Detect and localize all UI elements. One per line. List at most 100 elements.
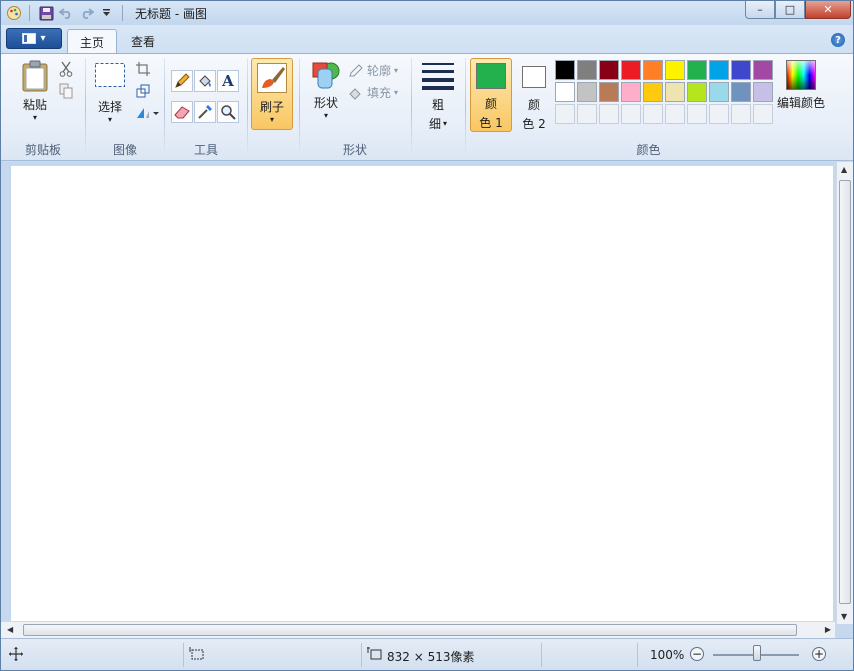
paste-dropdown-icon: ▾	[32, 113, 37, 122]
shapes-label: 形状	[313, 96, 338, 110]
zoom-in-button[interactable]: +	[812, 647, 826, 661]
scroll-down-icon[interactable]: ▼	[841, 612, 847, 621]
color-picker-icon[interactable]	[194, 101, 216, 123]
scroll-left-icon[interactable]: ◀	[7, 625, 13, 634]
palette-swatch[interactable]	[731, 60, 751, 80]
palette-swatch[interactable]	[555, 60, 575, 80]
palette-swatch[interactable]	[577, 82, 597, 102]
drawing-canvas[interactable]	[11, 166, 833, 623]
color1-button[interactable]: 颜 色 1	[470, 58, 512, 132]
palette-custom-slot[interactable]	[709, 104, 729, 124]
palette-swatch[interactable]	[753, 82, 773, 102]
palette-swatch[interactable]	[665, 82, 685, 102]
tools-group: A 工具	[165, 54, 247, 160]
paint-app-icon[interactable]	[5, 4, 23, 22]
palette-swatch[interactable]	[577, 60, 597, 80]
zoom-out-button[interactable]: −	[690, 647, 704, 661]
palette-swatch[interactable]	[687, 82, 707, 102]
outline-dropdown-icon: ▾	[394, 66, 399, 75]
size-button[interactable]: 粗 细 ▾	[420, 62, 456, 132]
undo-icon[interactable]	[56, 4, 76, 22]
tab-home[interactable]: 主页	[67, 29, 118, 54]
horizontal-scrollbar[interactable]: ◀ ▶	[1, 621, 835, 638]
qat-separator	[29, 5, 30, 21]
crop-icon[interactable]	[134, 60, 152, 78]
canvas-workspace: ▲ ▼ ◀ ▶	[1, 162, 853, 638]
palette-swatch[interactable]	[643, 82, 663, 102]
scroll-up-icon[interactable]: ▲	[841, 165, 847, 174]
save-icon[interactable]	[36, 4, 56, 22]
magnifier-icon[interactable]	[217, 101, 239, 123]
horizontal-scroll-thumb[interactable]	[23, 624, 797, 636]
minimize-button[interactable]: –	[745, 1, 775, 19]
palette-swatch[interactable]	[555, 82, 575, 102]
pencil-icon[interactable]	[171, 70, 193, 92]
palette-swatch[interactable]	[709, 60, 729, 80]
tab-view[interactable]: 查看	[119, 29, 167, 53]
vertical-scrollbar[interactable]: ▲ ▼	[836, 162, 853, 624]
paste-button[interactable]: 粘贴 ▾	[15, 60, 55, 122]
palette-swatch[interactable]	[643, 60, 663, 80]
colors-group-label: 颜色	[636, 143, 661, 157]
title-separator	[122, 5, 123, 21]
size-group: 粗 细 ▾	[412, 54, 462, 160]
status-separator	[637, 643, 638, 667]
outline-pen-icon	[349, 63, 363, 76]
color2-label-line2: 色 2	[522, 117, 546, 131]
status-bar: 832 × 513像素 100% − +	[1, 638, 853, 670]
palette-swatch[interactable]	[665, 60, 685, 80]
shapes-dropdown-icon: ▾	[323, 111, 328, 120]
scroll-right-icon[interactable]: ▶	[825, 625, 831, 634]
palette-swatch[interactable]	[621, 82, 641, 102]
brush-icon	[257, 63, 287, 93]
palette-custom-slot[interactable]	[665, 104, 685, 124]
fill-label: 填充	[367, 86, 392, 100]
window-title: 无标题 - 画图	[135, 6, 207, 21]
palette-custom-slot[interactable]	[555, 104, 575, 124]
palette-custom-slot[interactable]	[731, 104, 751, 124]
palette-swatch[interactable]	[687, 60, 707, 80]
color1-label-line1: 颜	[484, 97, 497, 111]
palette-swatch[interactable]	[599, 82, 619, 102]
redo-icon[interactable]	[76, 4, 96, 22]
palette-custom-slot[interactable]	[643, 104, 663, 124]
image-group-label: 图像	[112, 143, 137, 157]
size-dropdown-icon: ▾	[443, 119, 448, 128]
palette-swatch[interactable]	[753, 60, 773, 80]
text-tool-icon[interactable]: A	[217, 70, 239, 92]
clipboard-group: 粘贴 ▾ 剪贴板	[1, 54, 85, 160]
outline-button[interactable]: 轮廓 ▾	[348, 62, 398, 79]
palette-custom-slot[interactable]	[621, 104, 641, 124]
copy-icon[interactable]	[57, 82, 75, 100]
palette-custom-slot[interactable]	[687, 104, 707, 124]
shapes-button[interactable]: 形状 ▾	[306, 60, 346, 120]
edit-colors-icon	[786, 60, 816, 90]
brushes-button[interactable]: 刷子 ▾	[251, 58, 293, 130]
color1-label-line2: 色 1	[479, 116, 503, 130]
rotate-icon[interactable]	[134, 104, 160, 122]
maximize-button[interactable]: □	[775, 1, 805, 19]
fill-bucket-icon[interactable]	[194, 70, 216, 92]
qat-customize-icon[interactable]	[96, 4, 116, 22]
line-width-icon	[422, 63, 454, 90]
cut-icon[interactable]	[57, 60, 75, 78]
vertical-scroll-thumb[interactable]	[839, 180, 851, 604]
palette-swatch[interactable]	[599, 60, 619, 80]
edit-colors-button[interactable]: 编辑颜色	[776, 60, 826, 111]
palette-swatch[interactable]	[731, 82, 751, 102]
palette-swatch[interactable]	[621, 60, 641, 80]
fill-button[interactable]: 填充 ▾	[348, 84, 398, 101]
help-icon[interactable]: ?	[831, 33, 845, 47]
palette-custom-slot[interactable]	[577, 104, 597, 124]
eraser-icon[interactable]	[171, 101, 193, 123]
close-button[interactable]: ✕	[805, 1, 851, 19]
paint-menu-button[interactable]: ▾	[6, 28, 62, 49]
zoom-slider-thumb[interactable]	[753, 645, 761, 661]
color2-button[interactable]: 颜 色 2	[513, 58, 555, 132]
resize-icon[interactable]	[134, 82, 152, 100]
select-button[interactable]: 选择 ▾	[90, 62, 130, 124]
size-label-line1: 粗	[431, 98, 444, 112]
palette-custom-slot[interactable]	[599, 104, 619, 124]
palette-swatch[interactable]	[709, 82, 729, 102]
palette-custom-slot[interactable]	[753, 104, 773, 124]
